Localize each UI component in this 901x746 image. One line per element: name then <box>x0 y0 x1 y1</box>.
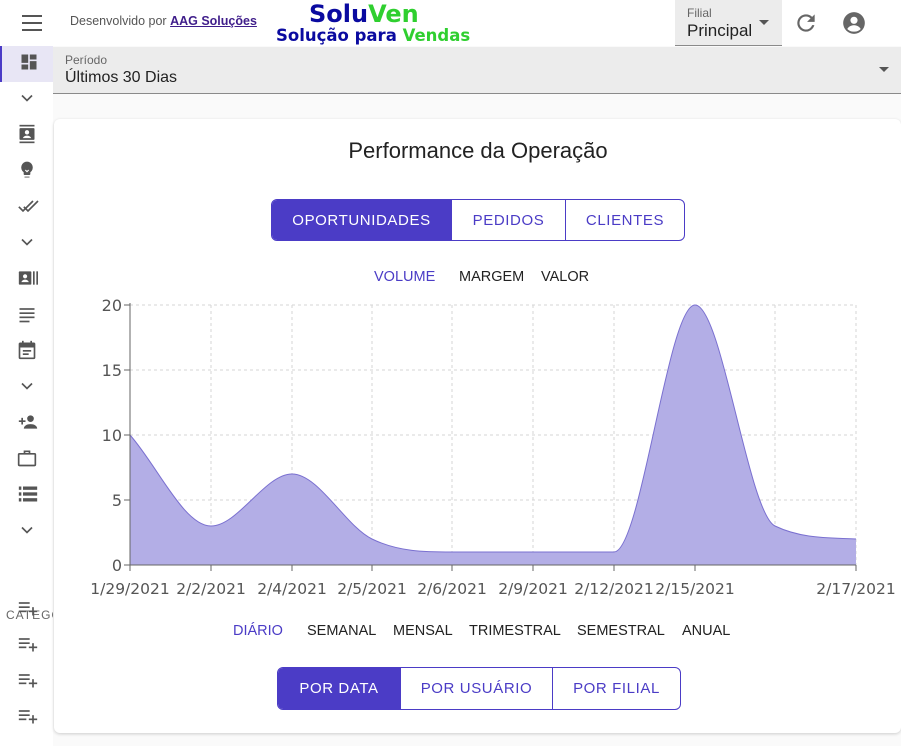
group-por-filial[interactable]: POR FILIAL <box>552 668 680 709</box>
x-tick-label: 2/5/2021 <box>337 580 407 598</box>
period-semanal[interactable]: SEMANAL <box>307 623 376 639</box>
period-trimestral[interactable]: TRIMESTRAL <box>469 623 561 639</box>
x-tick-label: 2/2/2021 <box>176 580 246 598</box>
y-tick-label: 5 <box>112 491 122 510</box>
x-tick-label: 2/12/2021 <box>574 580 653 598</box>
y-tick-label: 0 <box>112 556 122 575</box>
group-por-usuario[interactable]: POR USUÁRIO <box>400 668 552 709</box>
period-mensal[interactable]: MENSAL <box>393 623 453 639</box>
y-tick-label: 10 <box>102 426 122 445</box>
y-tick-label: 15 <box>102 361 122 380</box>
grouping-tabs: POR DATA POR USUÁRIO POR FILIAL <box>277 667 681 710</box>
period-diario[interactable]: DIÁRIO <box>233 623 283 639</box>
x-tick-label: 2/9/2021 <box>498 580 568 598</box>
group-por-data[interactable]: POR DATA <box>278 668 400 709</box>
x-tick-label: 2/17/2021 <box>816 580 895 598</box>
y-tick-label: 20 <box>102 296 122 315</box>
period-semestral[interactable]: SEMESTRAL <box>577 623 665 639</box>
period-anual[interactable]: ANUAL <box>682 623 730 639</box>
x-tick-label: 2/6/2021 <box>417 580 487 598</box>
x-tick-label: 1/29/2021 <box>90 580 169 598</box>
x-tick-label: 2/15/2021 <box>655 580 734 598</box>
x-tick-label: 2/4/2021 <box>257 580 327 598</box>
